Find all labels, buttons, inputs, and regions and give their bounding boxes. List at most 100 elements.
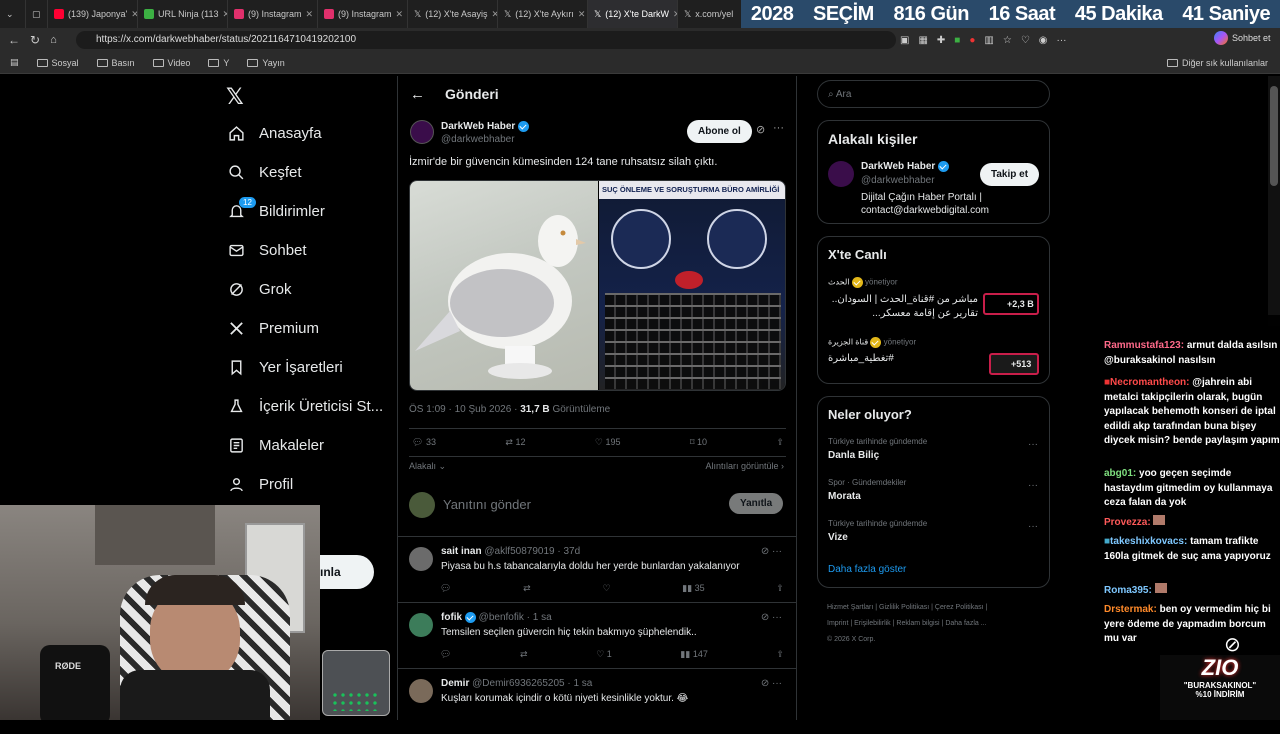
bookmarks-menu-icon[interactable]: ▤ bbox=[10, 57, 19, 68]
more-icon[interactable]: ··· bbox=[1057, 35, 1067, 46]
follow-button[interactable]: Takip et bbox=[980, 163, 1040, 186]
reply-icon[interactable]: 💬︎ bbox=[440, 649, 451, 660]
trend-topic[interactable]: Morata bbox=[828, 491, 861, 502]
close-icon[interactable]: ✕ bbox=[131, 9, 137, 20]
reply-submit-button[interactable]: Yanıtla bbox=[729, 493, 784, 514]
like-action[interactable]: ♡ 195 bbox=[595, 437, 621, 448]
browser-tab[interactable]: 𝕏 (12) X'te Aykırı ✕ bbox=[498, 0, 588, 28]
nav-notifications[interactable]: 12 Bildirimler bbox=[220, 192, 390, 231]
scrollbar[interactable] bbox=[1268, 76, 1280, 326]
browser-tab[interactable]: (9) Instagram ✕ bbox=[318, 0, 408, 28]
bookmark-folder[interactable]: Yayın bbox=[247, 58, 285, 68]
reply-item[interactable]: sait inan @aklf50879019 · 37d Piyasa bu … bbox=[398, 536, 796, 602]
browser-tab[interactable]: URL Ninja (113✕ bbox=[138, 0, 228, 28]
footer-link[interactable]: Erişilebilirlik bbox=[854, 620, 891, 627]
repost-action[interactable]: ⇄ 12 bbox=[505, 437, 525, 448]
close-icon[interactable]: ✕ bbox=[396, 9, 404, 20]
bookmark-action[interactable]: ⌑ 10 bbox=[690, 437, 707, 448]
reply-avatar[interactable] bbox=[409, 679, 433, 703]
browser-tab[interactable]: 𝕏(12) X'te Asayiş✕ bbox=[408, 0, 498, 28]
pigeon-image[interactable] bbox=[410, 181, 598, 390]
browser-tab[interactable]: (139) Japonya'✕ bbox=[48, 0, 138, 28]
more-icon[interactable]: ··· bbox=[1028, 439, 1038, 450]
views-stat[interactable]: ▮▮ 35 bbox=[682, 583, 704, 594]
bookmark-folder[interactable]: Video bbox=[152, 58, 190, 68]
repost-icon[interactable]: ⇄ bbox=[523, 583, 531, 594]
author-avatar[interactable] bbox=[410, 120, 434, 144]
nav-home[interactable]: Anasayfa bbox=[220, 114, 390, 153]
extension-icon[interactable]: ✚ bbox=[937, 35, 945, 46]
back-arrow-icon[interactable]: ← bbox=[410, 86, 425, 103]
live-listeners[interactable]: +513 bbox=[989, 353, 1039, 375]
like-action[interactable]: ♡ 1 bbox=[596, 649, 612, 660]
more-icon[interactable]: ⊘ ··· bbox=[761, 678, 782, 689]
profile-avatar[interactable]: ◉ bbox=[1039, 35, 1048, 46]
more-icon[interactable]: ··· bbox=[1028, 521, 1038, 532]
heart-icon[interactable]: ♡ bbox=[602, 583, 610, 594]
footer-link[interactable]: Gizlilik Politikası bbox=[879, 604, 929, 611]
extension-icon[interactable]: ▣ bbox=[900, 35, 909, 46]
reply-avatar[interactable] bbox=[409, 613, 433, 637]
reply-item[interactable]: fofik @benfofik · 1 sa Temsilen seçilen … bbox=[398, 602, 796, 668]
seized-guns-image[interactable]: SUÇ ÖNLEME VE SORUŞTURMA BÜRO AMİRLİĞİ bbox=[599, 181, 785, 390]
trend-topic[interactable]: Vize bbox=[828, 532, 848, 543]
x-logo-icon[interactable]: 𝕏 bbox=[226, 84, 244, 110]
nav-articles[interactable]: Makaleler bbox=[220, 426, 390, 465]
search-input[interactable]: ⌕ Ara bbox=[817, 80, 1050, 108]
back-icon[interactable]: ← bbox=[8, 33, 20, 47]
subscribe-button[interactable]: Abone ol bbox=[687, 120, 752, 143]
browser-tab[interactable]: (9) Instagram ✕ bbox=[228, 0, 318, 28]
reply-avatar[interactable] bbox=[409, 547, 433, 571]
nav-bookmarks[interactable]: Yer İşaretleri bbox=[220, 348, 390, 387]
footer-link[interactable]: Çerez Politikası bbox=[935, 604, 984, 611]
person-name[interactable]: DarkWeb Haber bbox=[861, 161, 950, 172]
repost-icon[interactable]: ⇄ bbox=[520, 649, 528, 660]
reload-icon[interactable]: ↻ bbox=[30, 33, 40, 47]
bookmark-folder[interactable]: Sosyal bbox=[36, 58, 79, 68]
trend-topic[interactable]: Danla Biliç bbox=[828, 450, 879, 461]
more-icon[interactable]: ··· bbox=[773, 122, 784, 134]
related-sort[interactable]: Alakalı ⌄ bbox=[409, 461, 446, 472]
footer-link[interactable]: Daha fazla ... bbox=[945, 620, 986, 627]
nav-creator-studio[interactable]: İçerik Üreticisi St... bbox=[220, 387, 390, 426]
live-text[interactable]: مباشر من #قناة_الحدث | السودان.. تقارير … bbox=[828, 293, 978, 321]
tab-list-button[interactable]: ⌄ bbox=[0, 0, 26, 28]
nav-profile[interactable]: Profil bbox=[220, 465, 390, 504]
footer-link[interactable]: Imprint bbox=[827, 620, 848, 627]
nav-explore[interactable]: Keşfet bbox=[220, 153, 390, 192]
views-stat[interactable]: ▮▮ 147 bbox=[680, 649, 707, 660]
bookmark-folder[interactable]: Y bbox=[208, 58, 229, 68]
collections-icon[interactable]: ♡ bbox=[1021, 35, 1030, 46]
show-more-link[interactable]: Daha fazla göster bbox=[828, 564, 906, 575]
bookmark-folder[interactable]: Basın bbox=[96, 58, 135, 68]
url-input[interactable]: https://x.com/darkwebhaber/status/202116… bbox=[76, 31, 896, 49]
workspaces-icon[interactable]: ▢ bbox=[26, 0, 48, 28]
reply-input[interactable]: Yanıtını gönder bbox=[443, 497, 531, 512]
live-listeners[interactable]: +2,3 B bbox=[983, 293, 1039, 315]
home-browser-icon[interactable]: ⌂ bbox=[50, 34, 57, 46]
more-icon[interactable]: ⊘ ··· bbox=[761, 612, 782, 623]
live-text[interactable]: #تغطية_مباشرة bbox=[828, 353, 894, 364]
grok-icon[interactable]: ⊘ bbox=[756, 123, 765, 136]
nav-premium[interactable]: Premium bbox=[220, 309, 390, 348]
close-icon[interactable]: ✕ bbox=[578, 9, 586, 20]
share-icon[interactable]: ⇪ bbox=[776, 649, 784, 660]
browser-tab-active[interactable]: 𝕏(12) X'te DarkW✕ bbox=[588, 0, 678, 28]
scrollbar-thumb[interactable] bbox=[1270, 86, 1278, 186]
more-icon[interactable]: ⊘ ··· bbox=[761, 546, 782, 557]
reply-action[interactable]: 💬︎ 33 bbox=[412, 437, 436, 448]
view-quotes-link[interactable]: Alıntıları görüntüle › bbox=[705, 461, 784, 471]
nav-grok[interactable]: Grok bbox=[220, 270, 390, 309]
extension-icon[interactable]: ● bbox=[969, 35, 975, 46]
close-icon[interactable]: ✕ bbox=[306, 9, 314, 20]
more-icon[interactable]: ··· bbox=[1028, 480, 1038, 491]
person-avatar[interactable] bbox=[828, 161, 854, 187]
reply-item[interactable]: Demir @Demir6936265205 · 1 sa Kuşları ko… bbox=[398, 668, 796, 734]
author-name-row[interactable]: DarkWeb Haber bbox=[441, 121, 530, 132]
other-favorites[interactable]: Diğer sık kullanılanlar bbox=[1166, 58, 1268, 68]
post-media[interactable]: SUÇ ÖNLEME VE SORUŞTURMA BÜRO AMİRLİĞİ bbox=[409, 180, 786, 391]
extension-icon[interactable]: ▦ bbox=[918, 35, 927, 46]
footer-link[interactable]: Reklam bilgisi bbox=[896, 620, 939, 627]
share-icon[interactable]: ⇪ bbox=[776, 437, 784, 448]
footer-link[interactable]: Hizmet Şartları bbox=[827, 604, 873, 611]
